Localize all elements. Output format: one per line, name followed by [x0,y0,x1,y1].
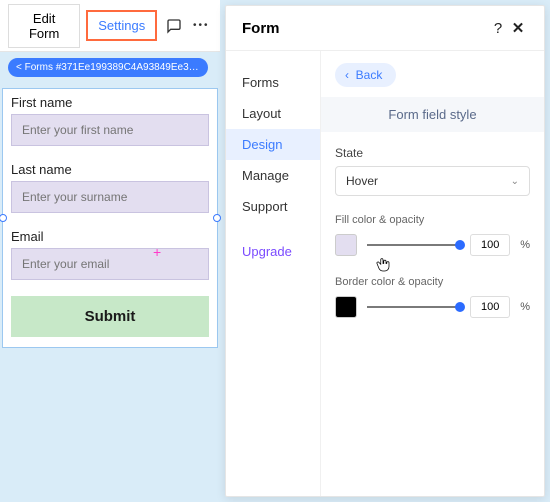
settings-side-nav: Forms Layout Design Manage Support Upgra… [226,51,321,496]
settings-button[interactable]: Settings [86,10,157,41]
element-id-chip[interactable]: < Forms #371Ee199389C4A93849Ee35B8A15B7C… [8,58,208,77]
settings-panel: Form ? ✕ Forms Layout Design Manage Supp… [225,5,545,497]
more-icon[interactable] [191,14,212,38]
edit-form-button[interactable]: Edit Form [8,4,80,48]
panel-title: Form [242,20,488,37]
form-canvas[interactable]: First name Last name + Email Submit [2,88,218,348]
editor-toolbar: Edit Form Settings [0,0,220,52]
border-opacity-slider[interactable] [367,306,460,308]
state-label: State [335,146,530,160]
nav-forms[interactable]: Forms [226,67,320,98]
last-name-label: Last name [11,162,209,177]
fill-slider-thumb[interactable] [455,240,465,250]
section-title: Form field style [321,97,544,132]
comment-icon[interactable] [163,14,184,38]
border-color-swatch[interactable] [335,296,357,318]
help-icon[interactable]: ? [488,18,508,38]
border-opacity-label: Border color & opacity [335,276,530,288]
nav-manage[interactable]: Manage [226,160,320,191]
nav-layout[interactable]: Layout [226,98,320,129]
back-button[interactable]: ‹ Back [335,63,396,87]
close-icon[interactable]: ✕ [508,18,528,38]
fill-opacity-slider[interactable] [367,244,460,246]
fill-color-swatch[interactable] [335,234,357,256]
email-input[interactable] [11,248,209,280]
nav-support[interactable]: Support [226,191,320,222]
email-label: Email [11,229,209,244]
chevron-down-icon: ⌄ [511,176,519,187]
percent-sign: % [520,239,530,251]
fill-opacity-value[interactable]: 100 [470,234,510,256]
fill-opacity-label: Fill color & opacity [335,214,530,226]
nav-upgrade[interactable]: Upgrade [226,236,320,267]
border-opacity-value[interactable]: 100 [470,296,510,318]
last-name-input[interactable] [11,181,209,213]
submit-button[interactable]: Submit [11,296,209,337]
percent-sign: % [520,301,530,313]
state-value: Hover [346,174,378,188]
nav-design[interactable]: Design [226,129,320,160]
first-name-label: First name [11,95,209,110]
first-name-input[interactable] [11,114,209,146]
state-select[interactable]: Hover ⌄ [335,166,530,196]
border-slider-thumb[interactable] [455,302,465,312]
